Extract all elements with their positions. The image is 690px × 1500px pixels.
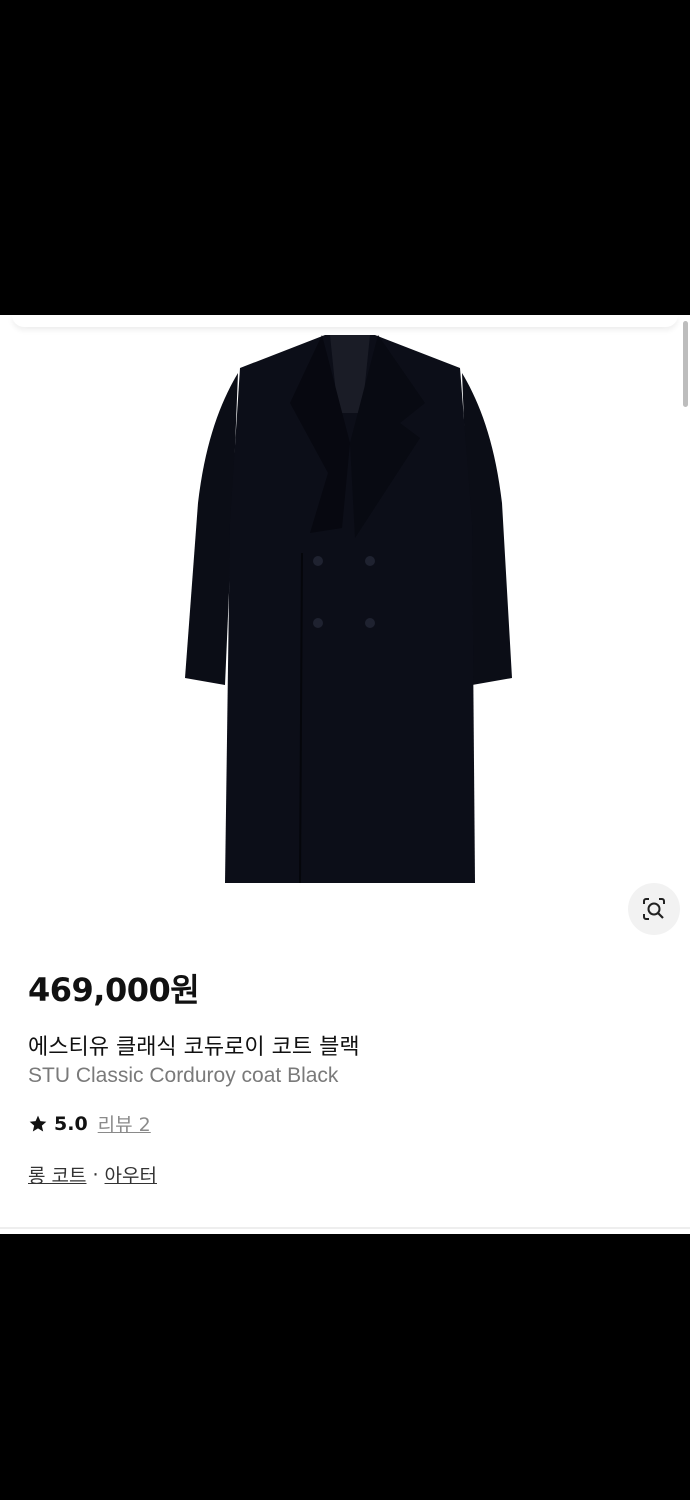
- scrollbar[interactable]: [683, 321, 688, 407]
- top-black-area: [0, 0, 690, 315]
- visual-search-icon: [643, 898, 665, 920]
- bottom-divider: [0, 1227, 690, 1229]
- rating-value: 5.0: [54, 1112, 88, 1135]
- product-title-korean: 에스티유 클래식 코듀로이 코트 블랙: [28, 1035, 360, 1060]
- product-price: 469,000원: [28, 971, 200, 1009]
- category-separator: ·: [92, 1163, 99, 1186]
- category-outer[interactable]: 아우터: [105, 1161, 157, 1188]
- review-link[interactable]: 리뷰 2: [98, 1110, 151, 1137]
- category-long-coat[interactable]: 롱 코트: [28, 1161, 86, 1188]
- product-title-english: STU Classic Corduroy coat Black: [28, 1064, 339, 1087]
- visual-search-button[interactable]: [628, 883, 680, 935]
- product-image[interactable]: [150, 323, 550, 893]
- rating-row: 5.0 리뷰 2: [28, 1110, 151, 1137]
- product-card: 469,000원 에스티유 클래식 코듀로이 코트 블랙 STU Classic…: [0, 315, 690, 1234]
- star-icon: [29, 1115, 47, 1131]
- bottom-black-area: [0, 1234, 690, 1500]
- category-breadcrumb: 롱 코트 · 아우터: [28, 1161, 157, 1188]
